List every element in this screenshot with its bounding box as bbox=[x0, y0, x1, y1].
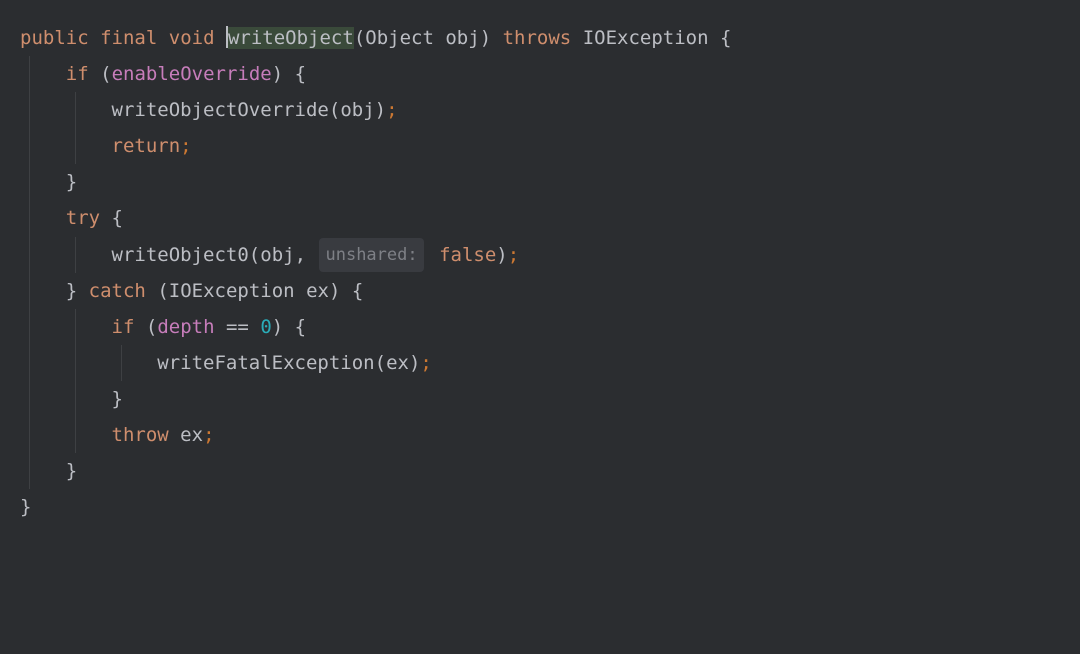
code-line[interactable]: writeObjectOverride(obj); bbox=[20, 92, 1080, 128]
brace: { bbox=[720, 27, 731, 49]
paren: ) bbox=[272, 63, 283, 85]
code-line[interactable]: } catch (IOException ex) { bbox=[20, 273, 1080, 309]
keyword-void: void bbox=[169, 27, 215, 49]
code-line[interactable]: writeFatalException(ex); bbox=[20, 345, 1080, 381]
keyword-return: return bbox=[112, 135, 181, 157]
brace: } bbox=[66, 460, 77, 482]
code-line[interactable]: } bbox=[20, 164, 1080, 200]
code-line[interactable]: } bbox=[20, 381, 1080, 417]
keyword-throws: throws bbox=[503, 27, 572, 49]
arg: ex bbox=[386, 352, 409, 374]
paren: ( bbox=[146, 316, 157, 338]
arg: obj bbox=[260, 244, 294, 266]
brace: } bbox=[66, 280, 77, 302]
type: IOException bbox=[169, 280, 295, 302]
brace: } bbox=[20, 496, 31, 518]
semicolon: ; bbox=[386, 99, 397, 121]
var: ex bbox=[180, 424, 203, 446]
semicolon: ; bbox=[508, 244, 519, 266]
paren: ( bbox=[157, 280, 168, 302]
semicolon: ; bbox=[420, 352, 431, 374]
number: 0 bbox=[260, 316, 271, 338]
code-line[interactable]: throw ex; bbox=[20, 417, 1080, 453]
type: Object bbox=[365, 27, 434, 49]
arg: obj bbox=[340, 99, 374, 121]
paren: ( bbox=[249, 244, 260, 266]
brace: { bbox=[295, 63, 306, 85]
semicolon: ; bbox=[203, 424, 214, 446]
keyword-public: public bbox=[20, 27, 89, 49]
field: enableOverride bbox=[112, 63, 272, 85]
code-line[interactable]: } bbox=[20, 453, 1080, 489]
paren: ) bbox=[272, 316, 283, 338]
code-line[interactable]: writeObject0(obj, unshared: false); bbox=[20, 237, 1080, 273]
code-line[interactable]: public final void writeObject(Object obj… bbox=[20, 20, 1080, 56]
paren: ( bbox=[329, 99, 340, 121]
method-name: writeObject bbox=[228, 27, 354, 49]
semicolon: ; bbox=[180, 135, 191, 157]
keyword-final: final bbox=[100, 27, 157, 49]
brace: { bbox=[352, 280, 363, 302]
paren: ) bbox=[496, 244, 507, 266]
paren: ( bbox=[375, 352, 386, 374]
paren: ( bbox=[354, 27, 365, 49]
code-line[interactable]: if (depth == 0) { bbox=[20, 309, 1080, 345]
keyword-if: if bbox=[112, 316, 135, 338]
brace: } bbox=[66, 171, 77, 193]
paren: ( bbox=[100, 63, 111, 85]
paren: ) bbox=[329, 280, 340, 302]
code-line[interactable]: return; bbox=[20, 128, 1080, 164]
paren: ) bbox=[375, 99, 386, 121]
code-line[interactable]: if (enableOverride) { bbox=[20, 56, 1080, 92]
var: ex bbox=[306, 280, 329, 302]
field: depth bbox=[157, 316, 214, 338]
method-call: writeFatalException bbox=[157, 352, 374, 374]
code-line[interactable]: } bbox=[20, 489, 1080, 525]
type: IOException bbox=[583, 27, 709, 49]
keyword-throw: throw bbox=[112, 424, 169, 446]
parameter-hint: unshared: bbox=[319, 238, 423, 272]
method-call: writeObject0 bbox=[112, 244, 249, 266]
paren: ) bbox=[480, 27, 491, 49]
keyword-catch: catch bbox=[89, 280, 146, 302]
boolean: false bbox=[439, 244, 496, 266]
param: obj bbox=[445, 27, 479, 49]
method-call: writeObjectOverride bbox=[112, 99, 329, 121]
comma: , bbox=[295, 244, 306, 266]
brace: { bbox=[112, 207, 123, 229]
code-line[interactable]: try { bbox=[20, 200, 1080, 236]
code-editor[interactable]: public final void writeObject(Object obj… bbox=[20, 20, 1080, 525]
operator: == bbox=[226, 316, 249, 338]
keyword-if: if bbox=[66, 63, 89, 85]
brace: } bbox=[112, 388, 123, 410]
paren: ) bbox=[409, 352, 420, 374]
keyword-try: try bbox=[66, 207, 100, 229]
brace: { bbox=[295, 316, 306, 338]
